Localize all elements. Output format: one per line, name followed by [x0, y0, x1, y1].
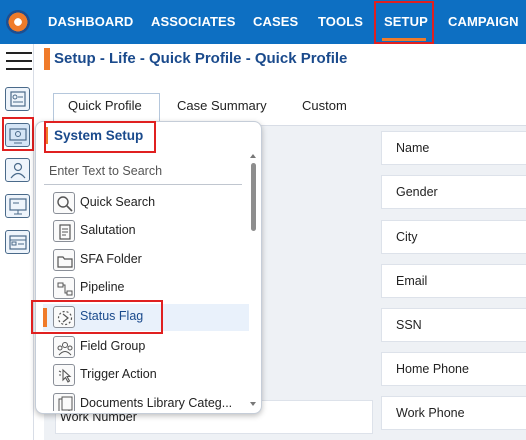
popup-item-label: Trigger Action	[80, 367, 157, 381]
status-flag-highlight-box	[31, 300, 163, 334]
scroll-up-arrow-icon[interactable]	[250, 154, 256, 158]
field-label: Home Phone	[396, 362, 469, 376]
rail-highlight-box	[2, 117, 34, 151]
pointer-icon	[53, 364, 75, 386]
nav-tools[interactable]: TOOLS	[318, 0, 363, 44]
popup-item-label: SFA Folder	[80, 252, 142, 266]
field-city[interactable]: City	[381, 220, 526, 254]
breadcrumb: Setup - Life - Quick Profile - Quick Pro…	[54, 50, 348, 67]
popup-item-salutation[interactable]: Salutation	[43, 218, 249, 245]
field-label: Name	[396, 141, 430, 155]
field-ssn[interactable]: SSN	[381, 308, 526, 342]
field-gender[interactable]: Gender	[381, 175, 526, 209]
field-email[interactable]: Email	[381, 264, 526, 298]
magnifier-icon	[53, 192, 75, 214]
field-label: Email	[396, 274, 428, 288]
scroll-down-arrow-icon[interactable]	[250, 402, 256, 406]
popup-scrollbar[interactable]	[250, 154, 258, 410]
group-icon	[53, 336, 75, 358]
popup-item-documents-library[interactable]: Documents Library Categ...	[43, 391, 249, 411]
profile-settings-icon[interactable]	[5, 87, 30, 111]
popup-title-highlight-box	[44, 121, 156, 153]
field-home-phone[interactable]: Home Phone	[381, 352, 526, 386]
tab-case-summary[interactable]: Case Summary	[177, 98, 267, 113]
popup-item-pipeline[interactable]: Pipeline	[43, 275, 249, 302]
popup-item-label: Documents Library Categ...	[80, 396, 233, 410]
nav-campaign[interactable]: CAMPAIGN	[448, 0, 519, 44]
popup-item-trigger-action[interactable]: Trigger Action	[43, 362, 249, 389]
document-icon	[53, 220, 75, 242]
popup-item-quick-search[interactable]: Quick Search	[43, 190, 249, 217]
folder-icon	[53, 249, 75, 271]
pipeline-icon	[53, 277, 75, 299]
top-nav: DASHBOARD ASSOCIATES CASES TOOLS SETUP C…	[0, 0, 526, 44]
user-icon[interactable]	[5, 158, 30, 182]
app-logo-icon[interactable]	[6, 10, 30, 34]
popup-item-field-group[interactable]: Field Group	[43, 334, 249, 361]
form-layout-icon[interactable]	[5, 230, 30, 254]
popup-item-sfa-folder[interactable]: SFA Folder	[43, 247, 249, 274]
nav-associates[interactable]: ASSOCIATES	[151, 0, 236, 44]
field-label: Gender	[396, 185, 438, 199]
setup-highlight-box	[374, 1, 434, 44]
nav-cases[interactable]: CASES	[253, 0, 298, 44]
hamburger-menu-icon[interactable]	[6, 52, 32, 70]
tab-quick-profile[interactable]: Quick Profile	[68, 98, 142, 113]
library-icon	[53, 393, 75, 411]
tab-custom[interactable]: Custom	[302, 98, 347, 113]
popup-item-label: Field Group	[80, 339, 146, 353]
nav-dashboard[interactable]: DASHBOARD	[48, 0, 133, 44]
popup-search-input[interactable]	[44, 158, 242, 185]
popup-item-label: Quick Search	[80, 195, 156, 209]
breadcrumb-accent	[44, 48, 50, 70]
field-name[interactable]: Name	[381, 131, 526, 165]
field-label: SSN	[396, 318, 422, 332]
scroll-thumb[interactable]	[251, 163, 256, 231]
monitor-icon[interactable]	[5, 194, 30, 218]
field-label: Work Phone	[396, 406, 465, 420]
popup-item-label: Pipeline	[80, 280, 125, 294]
field-label: City	[396, 230, 418, 244]
popup-item-label: Salutation	[80, 223, 136, 237]
field-work-phone[interactable]: Work Phone	[381, 396, 526, 430]
